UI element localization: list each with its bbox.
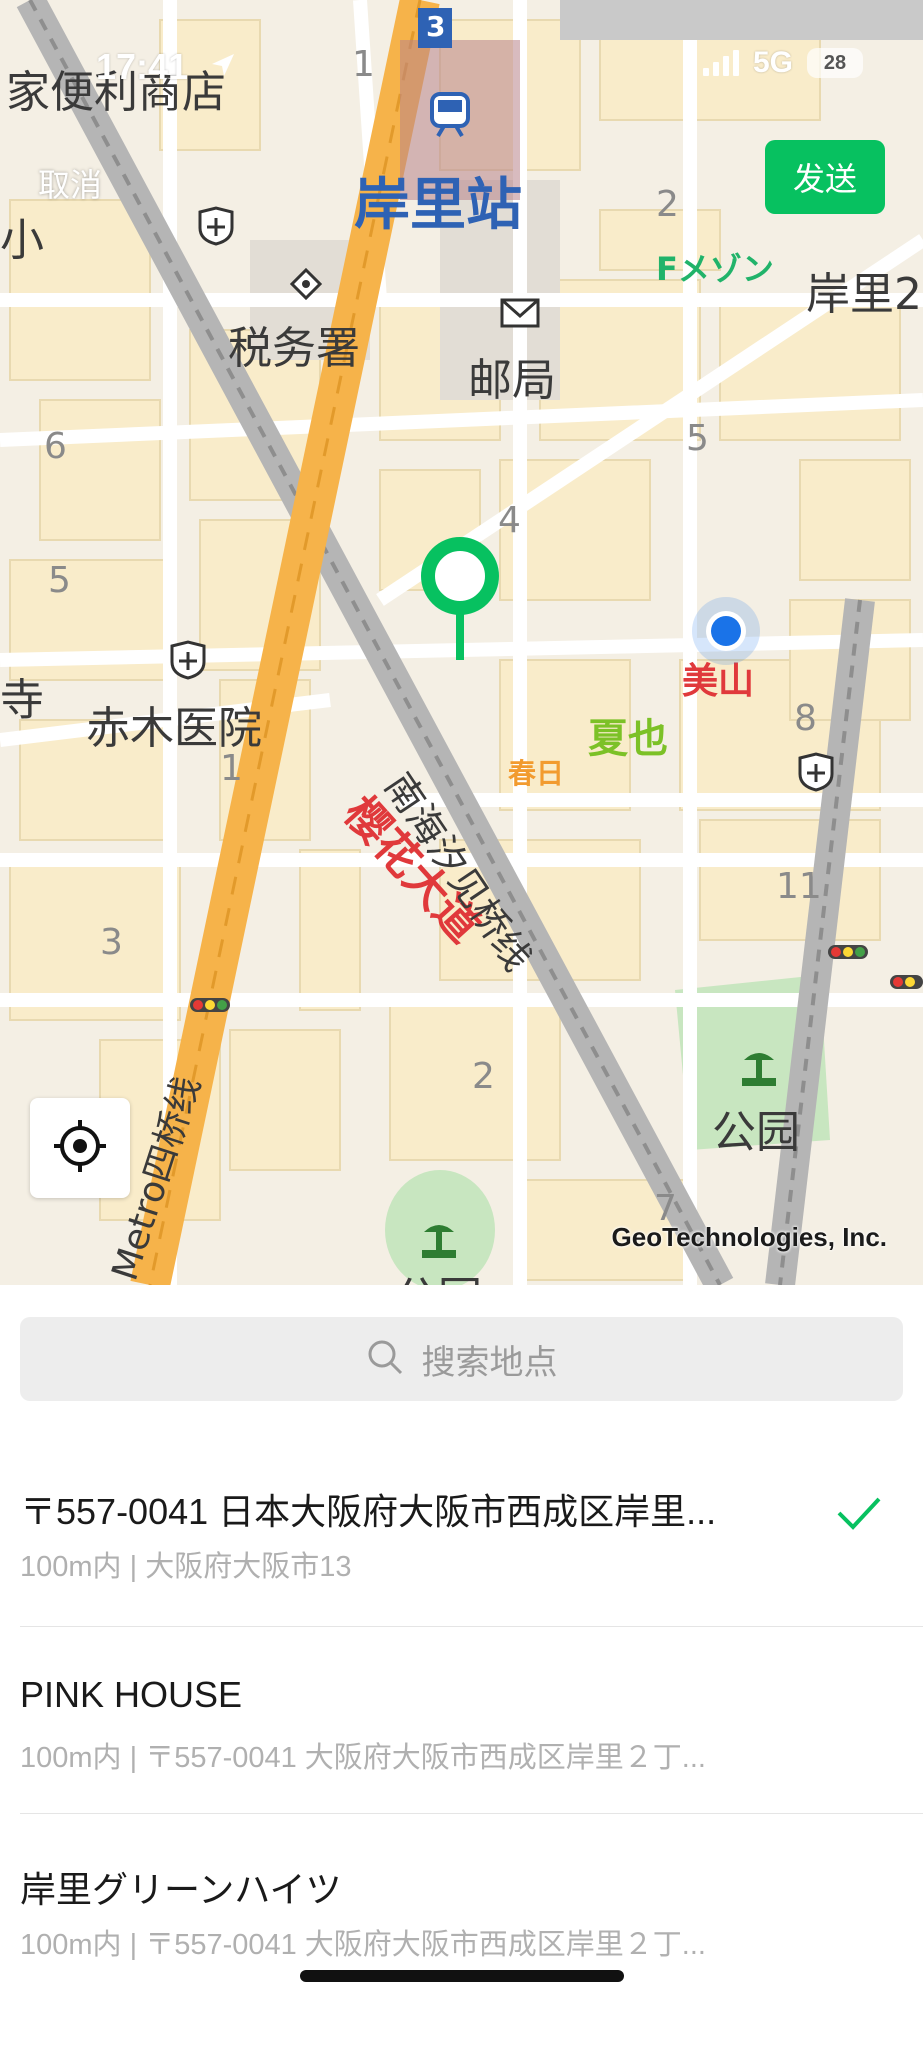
search-icon	[366, 1338, 404, 1381]
signal-icon	[702, 50, 739, 76]
locate-me-button[interactable]	[30, 1098, 130, 1198]
map-label-station[interactable]: 岸里站	[354, 160, 522, 241]
map-view[interactable]: 家便利商店 岸里站 3 税务署 邮局 Fメゾン 岸里2 小 寺 赤木医院 美山 …	[0, 0, 923, 1285]
park-icon	[738, 1050, 780, 1093]
map-block-number: 1	[220, 748, 243, 789]
result-subtitle: 100m内 | 〒557-0041 大阪府大阪市西成区岸里２丁...	[20, 1929, 706, 1961]
map-label-park-1[interactable]: 公园	[712, 1096, 800, 1160]
result-title: PINK HOUSE	[20, 1674, 243, 1715]
result-item[interactable]: 岸里グリーンハイツ 100m内 | 〒557-0041 大阪府大阪市西成区岸里２…	[0, 1861, 923, 2047]
location-pin-icon[interactable]	[420, 536, 500, 667]
map-block-number: 2	[656, 184, 679, 225]
map-block-number: 5	[48, 560, 71, 601]
mail-icon	[500, 298, 540, 333]
search-placeholder: 搜索地点	[421, 1343, 558, 1382]
check-icon	[835, 1493, 883, 1538]
hospital-icon	[196, 206, 236, 251]
network-type: 5G	[752, 46, 793, 79]
map-label-small: 小	[0, 215, 44, 266]
map-label-post-office[interactable]: 邮局	[468, 344, 556, 408]
result-item-selected[interactable]: 〒557-0041 日本大阪府大阪市西成区岸里... 100m内 | 大阪府大阪…	[0, 1483, 923, 1669]
result-title: 岸里グリーンハイツ	[20, 1869, 342, 1910]
location-list-sheet: 搜索地点 〒557-0041 日本大阪府大阪市西成区岸里... 100m内 | …	[0, 1285, 923, 2000]
result-subtitle: 100m内 | 〒557-0041 大阪府大阪市西成区岸里２丁...	[20, 1742, 706, 1774]
map-label-station-number: 3	[426, 10, 446, 43]
crosshair-icon	[52, 1118, 108, 1179]
map-label-natsuya[interactable]: 夏也	[588, 706, 668, 764]
divider	[20, 1813, 923, 1814]
status-indicators: 5G 28	[702, 46, 863, 80]
map-attribution: GeoTechnologies, Inc.	[611, 1222, 887, 1252]
map-block-number: 3	[100, 922, 123, 963]
map-block-number: 11	[776, 866, 822, 907]
location-arrow-icon	[210, 52, 236, 83]
map-label-clinic[interactable]: 赤木医院	[86, 692, 262, 756]
map-block-number: 6	[44, 426, 67, 467]
map-block-number: 1	[352, 44, 375, 85]
map-label-kasuga[interactable]: 春日	[508, 752, 564, 792]
map-block-number: 8	[794, 698, 817, 739]
map-label-f-mezon[interactable]: Fメゾン	[656, 244, 774, 290]
map-label-kishiri-2: 岸里2	[806, 269, 922, 320]
map-label-park-2[interactable]: 公园	[394, 1262, 482, 1285]
hospital-icon	[796, 752, 836, 797]
divider	[20, 1626, 923, 1627]
send-button[interactable]: 发送	[765, 140, 885, 214]
park-icon	[418, 1222, 460, 1265]
result-title: 〒557-0041 日本大阪府大阪市西成区岸里...	[20, 1491, 717, 1532]
map-label-tax-office[interactable]: 税务署	[228, 312, 360, 376]
search-input[interactable]: 搜索地点	[20, 1317, 903, 1401]
cancel-button[interactable]: 取消	[38, 160, 102, 206]
map-block-number: 5	[686, 418, 709, 459]
train-station-icon	[428, 92, 472, 145]
home-indicator	[300, 1970, 624, 1982]
map-block-number: 2	[472, 1056, 495, 1097]
result-subtitle: 100m内 | 大阪府大阪市13	[20, 1551, 352, 1583]
hospital-icon	[168, 640, 208, 685]
map-label-temple: 寺	[0, 675, 44, 726]
battery-icon: 28	[807, 48, 863, 78]
result-item[interactable]: PINK HOUSE 100m内 | 〒557-0041 大阪府大阪市西成区岸里…	[0, 1674, 923, 1860]
current-location-icon	[690, 595, 762, 672]
status-time: 17:41	[96, 46, 189, 87]
government-icon	[289, 267, 323, 305]
map-block-number: 4	[498, 500, 521, 541]
